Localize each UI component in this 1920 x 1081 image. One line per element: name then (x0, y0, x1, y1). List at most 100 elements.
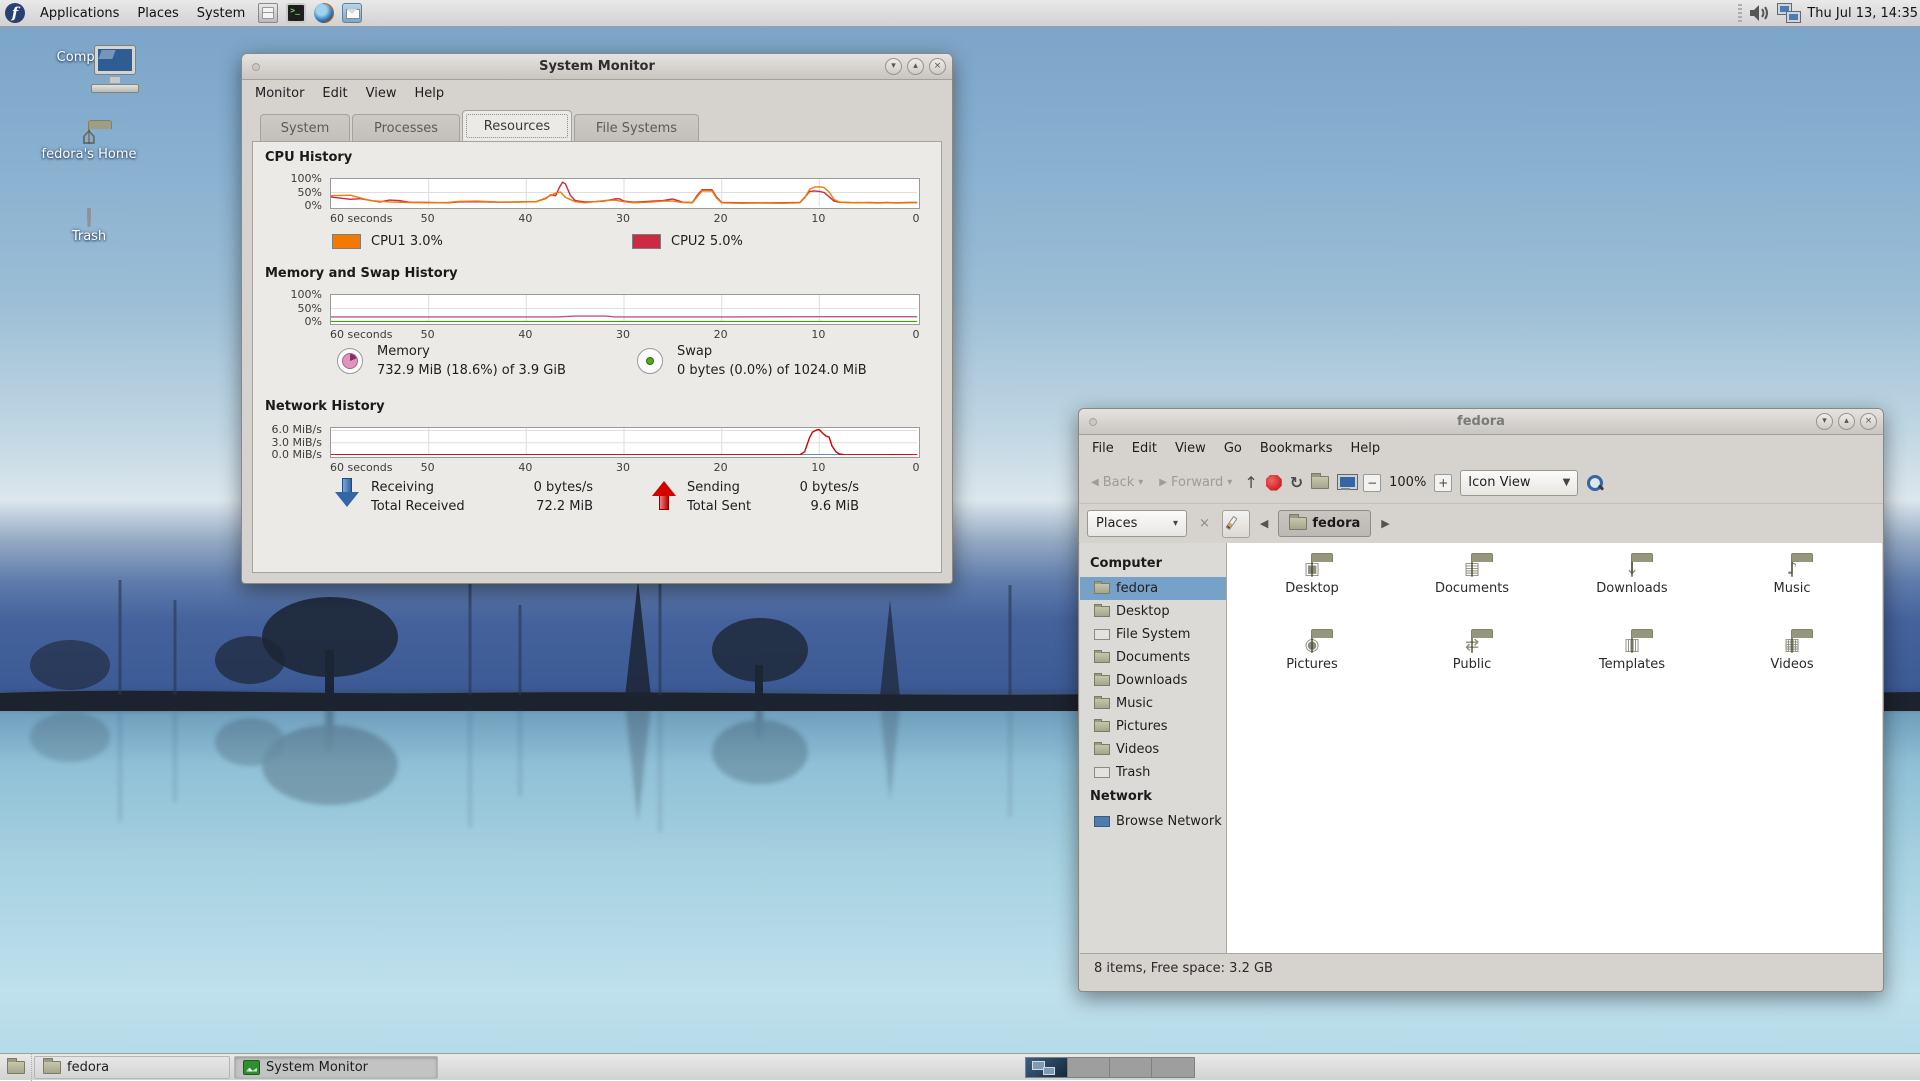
cpu2-color-swatch[interactable] (632, 234, 661, 249)
menu-monitor[interactable]: Monitor (246, 86, 313, 101)
taskbar-button-system-monitor[interactable]: System Monitor (234, 1056, 438, 1079)
volume-icon[interactable] (1749, 4, 1771, 22)
swap-pie-icon[interactable] (637, 348, 663, 374)
panel-clock[interactable]: Thu Jul 13, 14:35 (1807, 6, 1918, 21)
forward-dropdown-icon[interactable]: ▾ (1227, 477, 1232, 488)
window-title: System Monitor (539, 59, 655, 74)
sidebar-item-fedora[interactable]: fedora (1080, 577, 1226, 600)
folder-videos[interactable]: ▦Videos (1717, 637, 1867, 672)
home-button[interactable] (1311, 476, 1329, 489)
folder-public[interactable]: ⇄Public (1397, 637, 1547, 672)
menu-edit[interactable]: Edit (313, 86, 356, 101)
sidebar-item-videos[interactable]: Videos (1080, 738, 1226, 761)
tab-system[interactable]: System (260, 114, 350, 141)
menu-go[interactable]: Go (1215, 441, 1251, 456)
breadcrumb-right-icon[interactable]: ▶ (1379, 517, 1391, 530)
desktop-icon-trash[interactable]: Trash (33, 210, 145, 244)
stop-button[interactable] (1266, 475, 1282, 491)
tab-resources[interactable]: Resources (462, 110, 572, 141)
menu-edit[interactable]: Edit (1123, 441, 1166, 456)
workspace-3[interactable] (1110, 1058, 1152, 1077)
refresh-button[interactable]: ↻ (1290, 473, 1303, 492)
folder-icon: ▤ (1471, 560, 1473, 577)
sidebar-item-pictures[interactable]: Pictures (1080, 715, 1226, 738)
network-status-icon[interactable] (1778, 4, 1800, 22)
up-button[interactable]: ↑ (1244, 473, 1257, 492)
menu-help[interactable]: Help (1341, 441, 1389, 456)
minimize-button[interactable]: ▾ (885, 58, 902, 75)
firefox-launcher-icon[interactable] (314, 3, 334, 23)
sidebar-mode-select[interactable]: Places ▾ (1087, 510, 1187, 537)
sidebar-item-browse-network[interactable]: Browse Network (1080, 810, 1226, 833)
sidebar-item-file-system[interactable]: File System (1080, 623, 1226, 646)
close-sidebar-button[interactable]: × (1195, 516, 1214, 531)
desktop-icon-computer[interactable]: Computer (33, 46, 145, 65)
file-manager-launcher-icon[interactable] (258, 3, 278, 23)
menu-file[interactable]: File (1083, 441, 1123, 456)
terminal-launcher-icon[interactable] (286, 3, 306, 23)
cpu1-color-swatch[interactable] (332, 234, 361, 249)
desktop-icon-home[interactable]: fedora's Home (33, 128, 145, 162)
mail-launcher-icon[interactable] (342, 3, 362, 23)
zoom-in-button[interactable]: + (1434, 474, 1452, 492)
computer-button[interactable] (1337, 475, 1355, 490)
folder-view[interactable]: ▣Desktop ▤Documents ↓Downloads ♪Music ◉P… (1227, 543, 1882, 953)
folder-documents[interactable]: ▤Documents (1397, 561, 1547, 596)
taskbar-button-fedora[interactable]: fedora (34, 1056, 230, 1079)
folder-icon: ⇄ (1471, 636, 1473, 653)
system-menu[interactable]: System (188, 0, 254, 27)
forward-button[interactable]: ▶ Forward ▾ (1155, 473, 1236, 492)
sidebar-item-documents[interactable]: Documents (1080, 646, 1226, 669)
folder-pictures[interactable]: ◉Pictures (1237, 637, 1387, 672)
folder-desktop[interactable]: ▣Desktop (1237, 561, 1387, 596)
breadcrumb-left-icon[interactable]: ◀ (1258, 517, 1270, 530)
receiving-arrow-icon (335, 478, 359, 510)
folder-templates[interactable]: ▥Templates (1557, 637, 1707, 672)
system-monitor-titlebar[interactable]: System Monitor ▾ ▴ × (242, 54, 952, 80)
menu-help[interactable]: Help (405, 86, 453, 101)
file-manager-titlebar[interactable]: fedora ▾ ▴ × (1079, 409, 1883, 435)
menu-view[interactable]: View (1166, 441, 1215, 456)
show-desktop-button[interactable] (0, 1054, 32, 1081)
memory-pie-icon[interactable] (337, 348, 363, 374)
folder-music[interactable]: ♪Music (1717, 561, 1867, 596)
applications-menu[interactable]: Applications (31, 0, 128, 27)
memory-label: Memory (377, 344, 430, 359)
top-panel: f Applications Places System Thu Jul 13,… (0, 0, 1920, 27)
trash-icon (87, 208, 91, 227)
breadcrumb-fedora[interactable]: fedora (1278, 510, 1371, 537)
desktop-icon-label: Trash (33, 229, 145, 244)
toggle-location-entry-button[interactable] (1222, 510, 1250, 538)
sidebar-item-music[interactable]: Music (1080, 692, 1226, 715)
view-mode-select[interactable]: Icon View ▼ (1460, 470, 1578, 496)
sidebar-item-trash[interactable]: Trash (1080, 761, 1226, 784)
tab-file-systems[interactable]: File Systems (574, 114, 699, 141)
tab-processes[interactable]: Processes (352, 114, 460, 141)
search-button[interactable] (1586, 474, 1604, 492)
sidebar-mode-value: Places (1096, 516, 1137, 531)
taskbar-button-label: System Monitor (266, 1060, 368, 1075)
minimize-button[interactable]: ▾ (1816, 413, 1833, 430)
sidebar-item-desktop[interactable]: Desktop (1080, 600, 1226, 623)
back-dropdown-icon[interactable]: ▾ (1138, 477, 1143, 488)
workspace-2[interactable] (1068, 1058, 1110, 1077)
workspace-switcher (1025, 1057, 1195, 1078)
maximize-button[interactable]: ▴ (1838, 413, 1855, 430)
cpu-history-chartwrap: 100%50%0% 60 seconds50403020100 (330, 178, 920, 209)
folder-downloads[interactable]: ↓Downloads (1557, 561, 1707, 596)
maximize-button[interactable]: ▴ (907, 58, 924, 75)
menu-view[interactable]: View (357, 86, 406, 101)
places-menu[interactable]: Places (128, 0, 187, 27)
workspace-1[interactable] (1026, 1058, 1068, 1077)
menu-bookmarks[interactable]: Bookmarks (1251, 441, 1342, 456)
swap-value: 0 bytes (0.0%) of 1024.0 MiB (677, 363, 867, 378)
zoom-out-button[interactable]: − (1363, 474, 1381, 492)
trash-icon (1094, 767, 1110, 778)
close-button[interactable]: × (929, 58, 946, 75)
close-button[interactable]: × (1860, 413, 1877, 430)
sidebar-item-downloads[interactable]: Downloads (1080, 669, 1226, 692)
network-history-chart (330, 427, 920, 458)
back-button[interactable]: ◀ Back ▾ (1087, 473, 1147, 492)
fedora-logo-icon[interactable]: f (5, 3, 25, 23)
workspace-4[interactable] (1152, 1058, 1194, 1077)
